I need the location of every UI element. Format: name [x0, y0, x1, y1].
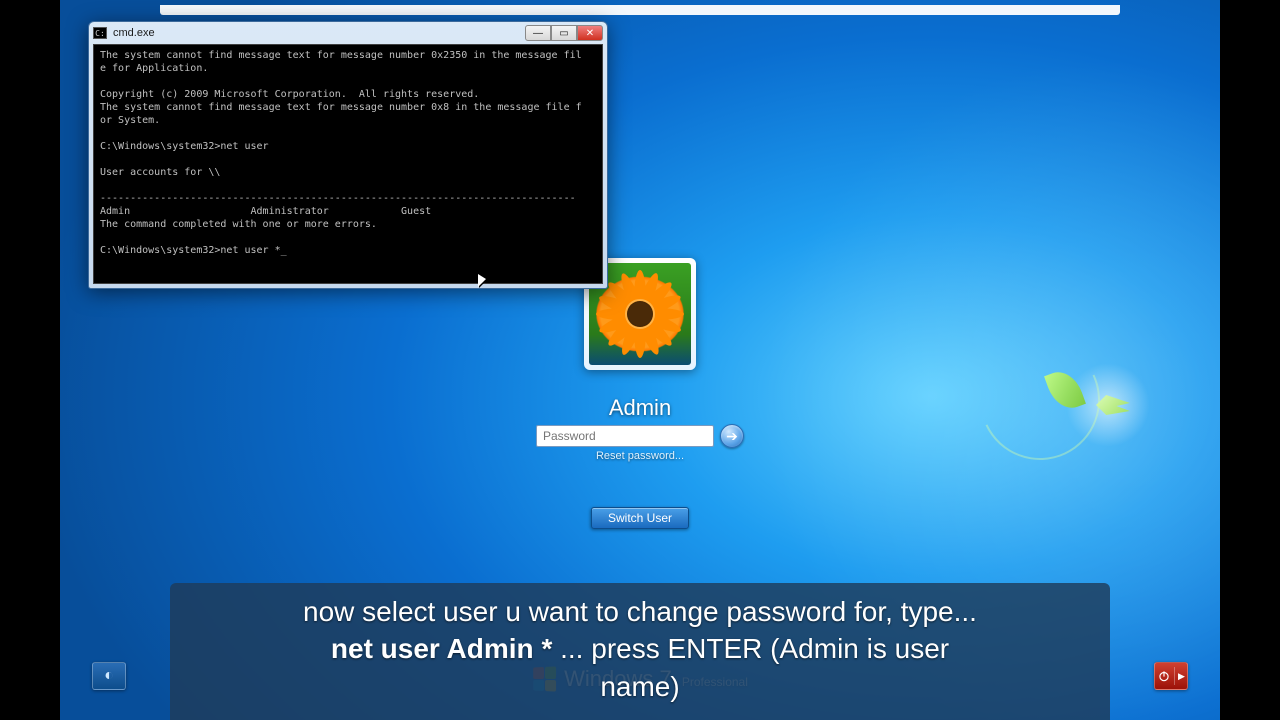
password-input[interactable]	[536, 425, 714, 447]
top-edge	[160, 5, 1120, 15]
ease-of-access-icon: ◐	[104, 667, 114, 685]
caption-line2a: ... press ENTER (Admin is user	[560, 633, 949, 664]
login-submit-button[interactable]: ➔	[720, 424, 744, 448]
letterbox-left	[0, 0, 60, 720]
ease-of-access-button[interactable]: ◐	[92, 662, 126, 690]
caption-line1: now select user u want to change passwor…	[303, 596, 977, 627]
cmd-window[interactable]: C: cmd.exe — ▭ ✕ The system cannot find …	[88, 21, 608, 289]
wallpaper-swirl	[963, 323, 1117, 477]
username-label: Admin	[609, 395, 671, 421]
chevron-right-icon: ▶	[1178, 671, 1185, 682]
maximize-button[interactable]: ▭	[551, 25, 577, 41]
caption-line2b: name)	[600, 671, 679, 702]
cmd-title: cmd.exe	[113, 27, 519, 39]
password-row: ➔	[536, 424, 744, 448]
reset-password-link[interactable]: Reset password...	[596, 450, 684, 462]
caption-command: net user Admin *	[331, 633, 552, 664]
minimize-button[interactable]: —	[525, 25, 551, 41]
power-icon	[1157, 669, 1171, 683]
close-button[interactable]: ✕	[577, 25, 603, 41]
cmd-icon: C:	[93, 27, 107, 39]
letterbox-right	[1220, 0, 1280, 720]
switch-user-button[interactable]: Switch User	[591, 507, 689, 529]
power-button[interactable]: ▶	[1154, 662, 1188, 690]
arrow-right-icon: ➔	[726, 428, 738, 445]
tutorial-caption: now select user u want to change passwor…	[170, 583, 1110, 720]
wallpaper-bird	[1096, 395, 1130, 415]
cmd-output[interactable]: The system cannot find message text for …	[93, 44, 603, 284]
login-screen: Admin ➔ Reset password... Switch User C:…	[60, 0, 1220, 720]
cmd-titlebar[interactable]: C: cmd.exe — ▭ ✕	[89, 22, 607, 44]
